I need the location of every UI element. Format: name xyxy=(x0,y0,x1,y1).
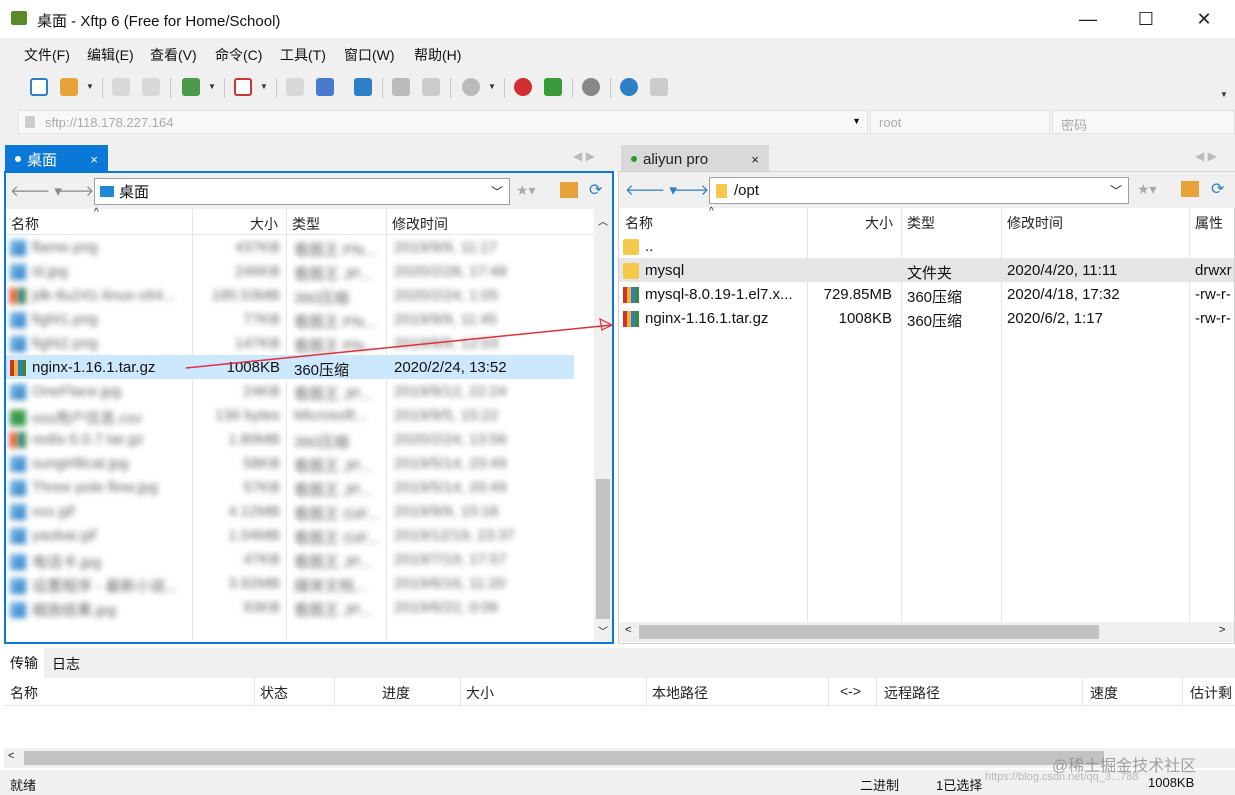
tab-log[interactable]: 日志 xyxy=(52,654,80,674)
col-speed[interactable]: 速度 xyxy=(1090,683,1118,703)
bottom-tabs: 传输 日志 xyxy=(4,648,1235,678)
col-eta[interactable]: 估计剩 xyxy=(1190,683,1232,703)
col-local-path[interactable]: 本地路径 xyxy=(652,683,708,703)
col-direction[interactable]: <-> xyxy=(840,683,861,699)
watermark-url: https://blog.csdn.net/qq_3...788 xyxy=(985,771,1139,783)
col-progress[interactable]: 进度 xyxy=(382,683,410,703)
col-transfer-name[interactable]: 名称 xyxy=(10,683,38,703)
selection-count: 1已选择 xyxy=(936,778,983,793)
scroll-left-icon[interactable]: < xyxy=(8,750,14,762)
tab-transfers[interactable]: 传输 xyxy=(4,648,44,678)
selection-size: 1008KB xyxy=(1148,775,1195,790)
col-remote-path[interactable]: 远程路径 xyxy=(884,683,940,703)
col-transfer-size[interactable]: 大小 xyxy=(466,683,494,703)
transfer-header: 名称 状态 进度 大小 本地路径 <-> 远程路径 速度 估计剩 xyxy=(4,678,1235,706)
col-status[interactable]: 状态 xyxy=(260,683,288,703)
status-text: 就绪 xyxy=(10,778,37,793)
transfer-hscrollbar[interactable]: < xyxy=(4,748,1235,768)
transfer-list xyxy=(4,706,1235,748)
scroll-thumb[interactable] xyxy=(24,751,1104,765)
transfer-mode[interactable]: 二进制 xyxy=(860,775,899,794)
